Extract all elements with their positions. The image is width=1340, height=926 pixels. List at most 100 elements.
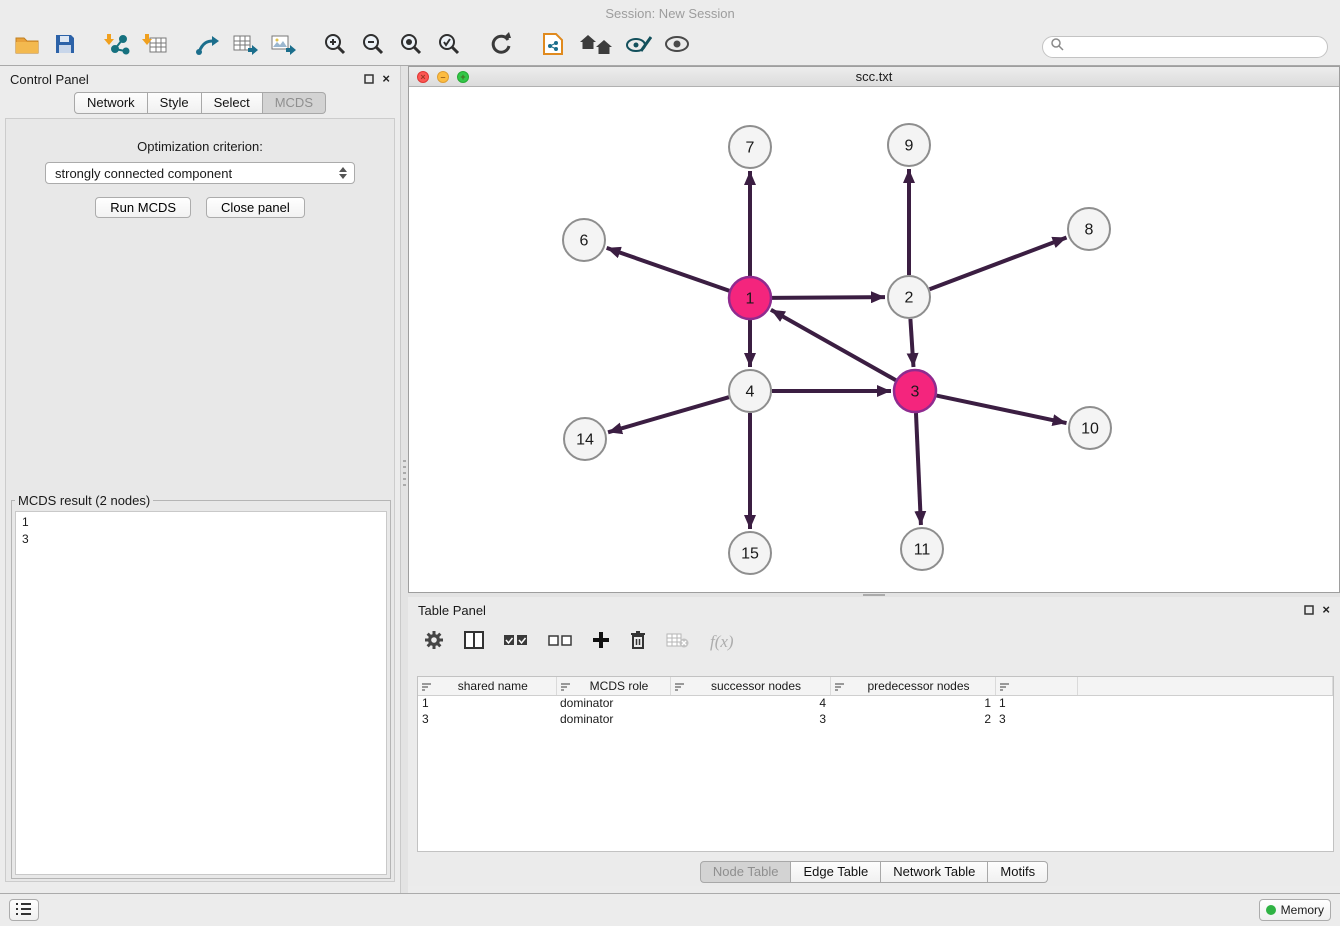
export-network-button[interactable] bbox=[192, 32, 222, 62]
column-type-icon bbox=[422, 681, 432, 695]
graph-node-2[interactable]: 2 bbox=[888, 276, 930, 318]
cell-predecessor-nodes[interactable]: 2 bbox=[830, 711, 995, 727]
float-panel-icon[interactable] bbox=[1304, 603, 1314, 618]
show-graphics-button[interactable] bbox=[662, 32, 692, 62]
open-file-button[interactable] bbox=[12, 32, 42, 62]
tab-network-table[interactable]: Network Table bbox=[881, 861, 988, 883]
graph-edge-3-11[interactable] bbox=[916, 413, 921, 525]
close-window-icon[interactable]: × bbox=[417, 71, 429, 83]
open-session-file-button[interactable] bbox=[538, 32, 568, 62]
node-table[interactable]: shared name MCDS role successor nodes pr… bbox=[417, 676, 1334, 852]
graph-edge-3-10[interactable] bbox=[937, 396, 1067, 423]
maximize-window-icon[interactable]: + bbox=[457, 71, 469, 83]
memory-button[interactable]: Memory bbox=[1259, 899, 1331, 921]
mcds-result-list[interactable]: 1 3 bbox=[15, 511, 387, 875]
add-column-button[interactable] bbox=[592, 631, 610, 654]
graph-node-7[interactable]: 7 bbox=[729, 126, 771, 168]
show-columns-button[interactable] bbox=[464, 631, 484, 654]
cell-shared-name[interactable]: 1 bbox=[418, 695, 556, 711]
graph-node-1[interactable]: 1 bbox=[729, 277, 771, 319]
zoom-fit-button[interactable] bbox=[396, 32, 426, 62]
close-panel-icon[interactable]: × bbox=[382, 74, 390, 84]
refresh-button[interactable] bbox=[486, 32, 516, 62]
search-input[interactable] bbox=[1069, 39, 1319, 55]
graph-node-8[interactable]: 8 bbox=[1068, 208, 1110, 250]
minimize-window-icon[interactable]: – bbox=[437, 71, 449, 83]
save-session-button[interactable] bbox=[50, 32, 80, 62]
network-canvas[interactable]: 7 9 6 8 1 2 4 3 14 10 15 11 bbox=[409, 87, 1339, 592]
run-mcds-button[interactable]: Run MCDS bbox=[95, 197, 191, 218]
graph-node-3[interactable]: 3 bbox=[894, 370, 936, 412]
cell-mcds-role[interactable]: dominator bbox=[556, 695, 670, 711]
cell-name[interactable]: 3 bbox=[995, 711, 1077, 727]
graph-node-11[interactable]: 11 bbox=[901, 528, 943, 570]
fx-icon: f(x) bbox=[710, 632, 734, 652]
column-header-name[interactable] bbox=[995, 677, 1077, 695]
cell-name[interactable]: 1 bbox=[995, 695, 1077, 711]
graph-edge-2-3[interactable] bbox=[910, 319, 913, 367]
graph-node-10[interactable]: 10 bbox=[1069, 407, 1111, 449]
home-pages-button[interactable] bbox=[576, 32, 616, 62]
export-network-icon bbox=[195, 32, 219, 61]
tab-style[interactable]: Style bbox=[148, 92, 202, 114]
graph-node-6[interactable]: 6 bbox=[563, 219, 605, 261]
network-window-titlebar[interactable]: × – + scc.txt bbox=[409, 67, 1339, 87]
float-panel-icon[interactable] bbox=[364, 72, 374, 87]
tab-mcds[interactable]: MCDS bbox=[263, 92, 326, 114]
mcds-result-box: MCDS result (2 nodes) 1 3 bbox=[11, 493, 391, 879]
table-settings-button[interactable] bbox=[424, 630, 444, 655]
cell-predecessor-nodes[interactable]: 1 bbox=[830, 695, 995, 711]
style-preview-button[interactable] bbox=[624, 32, 654, 62]
delete-table-button[interactable] bbox=[666, 632, 690, 653]
graph-node-14[interactable]: 14 bbox=[564, 418, 606, 460]
tab-motifs[interactable]: Motifs bbox=[988, 861, 1048, 883]
column-header-mcds-role[interactable]: MCDS role bbox=[556, 677, 670, 695]
cell-shared-name[interactable]: 3 bbox=[418, 711, 556, 727]
vertical-splitter[interactable] bbox=[400, 66, 408, 893]
gear-icon bbox=[424, 630, 444, 655]
delete-column-button[interactable] bbox=[630, 630, 646, 654]
deselect-all-button[interactable] bbox=[548, 633, 572, 652]
unchecked-boxes-icon bbox=[548, 633, 572, 652]
close-panel-button[interactable]: Close panel bbox=[206, 197, 305, 218]
cell-successor-nodes[interactable]: 3 bbox=[670, 711, 830, 727]
graph-edge-1-6[interactable] bbox=[607, 248, 730, 291]
graph-edge-1-2[interactable] bbox=[772, 297, 885, 298]
import-network-button[interactable] bbox=[102, 32, 132, 62]
tab-edge-table[interactable]: Edge Table bbox=[791, 861, 881, 883]
optimization-criterion-label: Optimization criterion: bbox=[6, 139, 394, 154]
column-header-predecessor-nodes[interactable]: predecessor nodes bbox=[830, 677, 995, 695]
tab-network[interactable]: Network bbox=[74, 92, 148, 114]
export-table-button[interactable] bbox=[230, 32, 260, 62]
list-icon bbox=[16, 902, 32, 919]
close-panel-icon[interactable]: × bbox=[1322, 605, 1330, 615]
cell-successor-nodes[interactable]: 4 bbox=[670, 695, 830, 711]
tab-node-table[interactable]: Node Table bbox=[700, 861, 792, 883]
toolbar-search[interactable] bbox=[1042, 36, 1328, 58]
table-row[interactable]: 1 dominator 4 1 1 bbox=[418, 695, 1333, 711]
tab-select[interactable]: Select bbox=[202, 92, 263, 114]
graph-node-4[interactable]: 4 bbox=[729, 370, 771, 412]
graph-node-15[interactable]: 15 bbox=[729, 532, 771, 574]
column-header-shared-name[interactable]: shared name bbox=[418, 677, 556, 695]
zoom-selected-button[interactable] bbox=[434, 32, 464, 62]
network-graph[interactable]: 7 9 6 8 1 2 4 3 14 10 15 11 bbox=[409, 87, 1338, 593]
cell-mcds-role[interactable]: dominator bbox=[556, 711, 670, 727]
import-table-button[interactable] bbox=[140, 32, 170, 62]
table-row[interactable]: 3 dominator 3 2 3 bbox=[418, 711, 1333, 727]
column-header-successor-nodes[interactable]: successor nodes bbox=[670, 677, 830, 695]
graph-edge-4-14[interactable] bbox=[608, 397, 729, 432]
function-builder-button[interactable]: f(x) bbox=[710, 632, 734, 652]
zoom-out-button[interactable] bbox=[358, 32, 388, 62]
graph-edge-3-1[interactable] bbox=[771, 310, 896, 380]
export-image-button[interactable] bbox=[268, 32, 298, 62]
graph-node-9[interactable]: 9 bbox=[888, 124, 930, 166]
cell-filler bbox=[1077, 695, 1333, 711]
task-history-button[interactable] bbox=[9, 899, 39, 921]
mcds-result-title: MCDS result (2 nodes) bbox=[15, 493, 153, 508]
svg-text:3: 3 bbox=[911, 384, 920, 401]
graph-edge-2-8[interactable] bbox=[930, 237, 1067, 289]
zoom-in-button[interactable] bbox=[320, 32, 350, 62]
select-all-button[interactable] bbox=[504, 633, 528, 652]
criterion-dropdown[interactable]: strongly connected component bbox=[45, 162, 355, 184]
